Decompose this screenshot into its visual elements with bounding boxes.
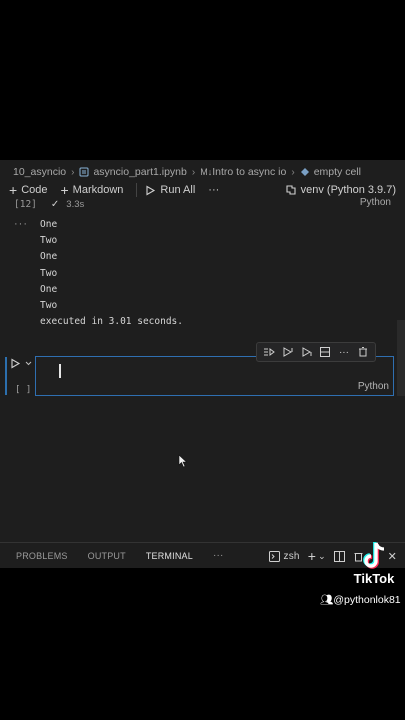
code-cell-editor[interactable]: Python [35,356,394,396]
breadcrumb-cell[interactable]: empty cell [314,166,361,178]
output-line: Two [40,267,58,279]
previous-cell-language[interactable]: Python [360,197,391,208]
terminal-icon [268,550,280,562]
add-code-label: Code [21,184,48,196]
kernel-label: venv (Python 3.9.7) [300,184,396,196]
chevron-right-icon: › [71,166,75,178]
trash-icon[interactable] [356,345,370,359]
output-line: One [40,219,58,230]
execute-above-icon[interactable] [281,345,295,359]
output-line: One [40,283,58,295]
close-icon[interactable]: ✕ [388,550,397,563]
tab-output[interactable]: OUTPUT [88,551,126,561]
play-icon [11,358,21,369]
output-options-button[interactable]: ··· [14,218,28,230]
chevron-down-icon[interactable] [24,359,33,368]
tab-problems[interactable]: PROBLEMS [16,551,68,561]
split-cell-icon[interactable] [318,345,332,359]
run-cell-button[interactable] [10,358,33,369]
output-line: One [40,251,58,263]
user-icon: 👥︎ [320,594,334,606]
text-cursor [59,364,61,378]
run-all-label: Run All [160,184,196,196]
run-by-line-icon[interactable] [262,345,276,359]
split-terminal-icon[interactable] [333,550,345,562]
more-icon[interactable]: ··· [337,345,351,359]
run-all-button[interactable]: Run All [145,184,195,196]
notebook-file-icon [79,167,89,177]
tiktok-watermark: TikTok [353,571,395,586]
previous-cell-status: [12] ✓ 3.3s [14,199,84,210]
chevron-right-icon: › [291,166,295,178]
cell-toolbar: ··· [256,342,376,362]
bottom-panel-tabs: PROBLEMS OUTPUT TERMINAL ··· zsh + ⌄ ⌃ ✕ [0,542,405,568]
checkmark-icon: ✓ [50,199,60,210]
previous-duration: 3.3s [66,199,85,210]
breadcrumb-folder[interactable]: 10_asyncio [13,166,66,178]
ellipsis-icon: ··· [208,184,220,196]
panel-more-button[interactable]: ··· [213,550,224,561]
markdown-icon: M↓ [200,167,213,177]
vertical-scrollbar[interactable] [397,320,405,396]
add-markdown-label: Markdown [72,184,124,196]
active-cell-language[interactable]: Python [358,381,389,392]
mouse-pointer-icon [178,454,188,468]
breadcrumb: 10_asyncio › asyncio_part1.ipynb › M↓ In… [0,164,361,180]
tab-terminal[interactable]: TERMINAL [146,551,193,561]
add-markdown-cell-button[interactable]: + Markdown [60,182,124,198]
tiktok-logo-icon [363,542,385,569]
output-line: executed in 3.01 seconds. [40,316,183,328]
toolbar-divider [136,183,138,197]
cell-output: One Two One Two One Two executed in 3.01… [40,218,183,331]
tiktok-username: 👥︎@pythonlok81 [320,593,401,606]
add-code-cell-button[interactable]: + Code [9,182,48,198]
chevron-down-icon[interactable]: ⌄ [318,551,326,562]
more-actions-button[interactable]: ··· [208,184,219,196]
cell-focus-indicator [5,357,7,395]
plus-icon: + [60,182,69,198]
tiktok-handle: @pythonlok81 [333,594,401,606]
breadcrumb-file[interactable]: asyncio_part1.ipynb [93,166,186,178]
terminal-shell[interactable]: zsh [268,550,300,562]
active-exec-count: [ ] [15,385,32,395]
notebook-editor: 10_asyncio › asyncio_part1.ipynb › M↓ In… [0,160,405,568]
notebook-toolbar: + Code + Markdown Run All ··· venv (Pyth… [0,181,405,199]
output-line: Two [40,235,58,247]
chevron-right-icon: › [191,166,196,178]
kernel-icon [286,185,296,195]
execute-below-icon[interactable] [300,345,314,359]
previous-exec-count: [12] [14,199,37,210]
breadcrumb-section[interactable]: Intro to async io [212,166,286,178]
plus-icon: + [9,182,18,198]
shell-label: zsh [283,550,300,562]
run-all-icon [146,185,156,195]
new-terminal-button[interactable]: + [308,548,316,564]
output-line: Two [40,299,58,311]
cell-icon [300,168,309,176]
